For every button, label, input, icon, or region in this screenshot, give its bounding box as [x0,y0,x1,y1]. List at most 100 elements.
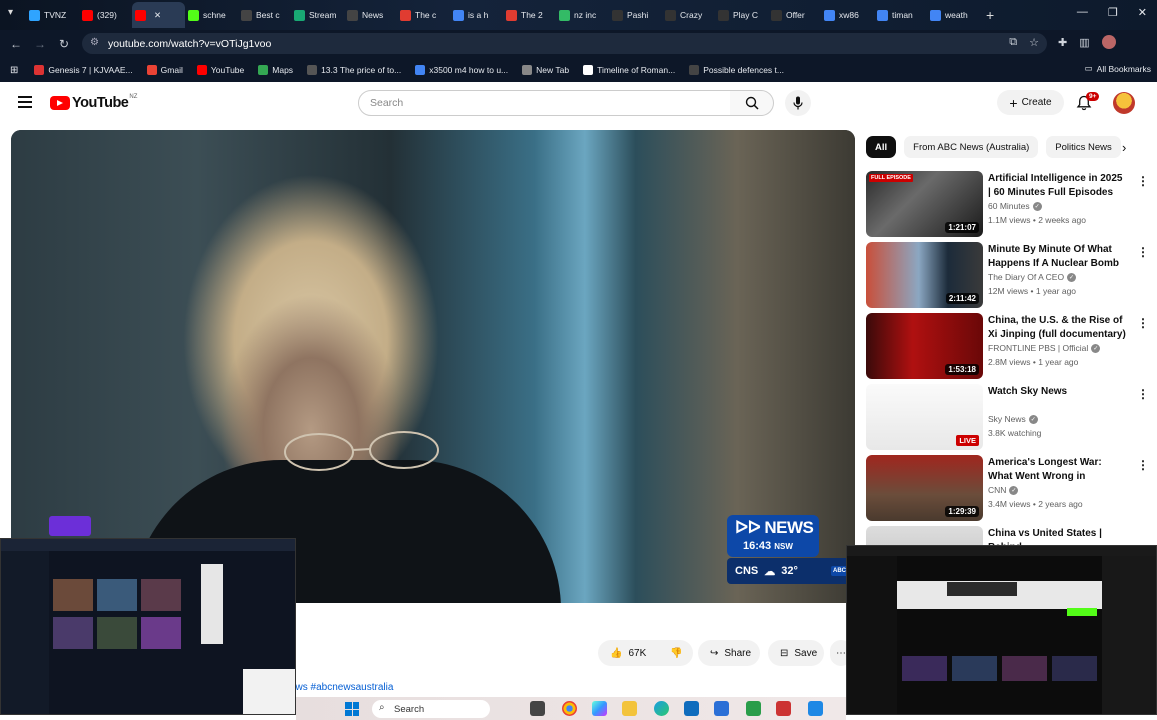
browser-tab[interactable]: timan [874,2,927,28]
recommended-video[interactable]: 2:11:42 Minute By Minute Of What Happens … [866,242,1151,308]
overlay-window-right[interactable] [846,545,1157,715]
browser-tab[interactable]: xw86 [821,2,874,28]
site-info-icon[interactable]: ⚙ [90,37,102,49]
channel-name[interactable]: The Diary Of A CEO ✓ [988,272,1077,282]
windows-start-icon[interactable] [345,702,359,716]
video-thumbnail[interactable]: 1:53:18 [866,313,983,379]
browser-tab[interactable]: is a h [450,2,503,28]
more-options-icon[interactable]: ⋮ [1137,316,1149,330]
more-options-icon[interactable]: ⋮ [1137,387,1149,401]
recommended-video[interactable]: 1:53:18 China, the U.S. & the Rise of Xi … [866,313,1151,379]
bookmark-item[interactable]: New Tab [522,65,569,75]
recommended-video[interactable]: FULL EPISODE 1:21:07 Artificial Intelligen… [866,171,1151,237]
user-avatar[interactable] [1113,92,1135,114]
browser-tab[interactable]: schne [185,2,238,28]
all-bookmarks[interactable]: ▭ All Bookmarks [1085,63,1151,74]
like-count[interactable]: 67K [628,648,646,659]
browser-tab[interactable]: (329) [79,2,132,28]
minimize-button[interactable]: — [1077,6,1088,19]
search-button[interactable] [730,90,774,116]
voice-search-button[interactable] [785,90,811,116]
video-thumbnail[interactable]: FULL EPISODE 1:21:07 [866,171,983,237]
close-tab-icon[interactable]: ✕ [154,10,161,21]
browser-tab[interactable]: ✕ [132,2,185,28]
save-button[interactable]: ⊟ Save [768,640,824,666]
create-button[interactable]: + Create [997,90,1064,115]
close-window-button[interactable]: ✕ [1138,6,1147,19]
bookmark-item[interactable]: Gmail [146,65,183,75]
more-options-icon[interactable]: ⋮ [1137,458,1149,472]
folder-icon[interactable] [622,701,637,716]
recommended-video[interactable]: 1:29:39 America's Longest War: What Went … [866,455,1151,521]
bookmark-star-icon[interactable]: ☆ [1029,36,1039,49]
app-icon[interactable] [776,701,791,716]
more-options-icon[interactable]: ⋮ [1137,245,1149,259]
channel-name[interactable]: CNN ✓ [988,485,1019,495]
file-explorer-icon[interactable] [530,701,545,716]
maximize-button[interactable]: ❐ [1108,6,1118,19]
video-title[interactable]: Minute By Minute Of What Happens If A Nu… [988,243,1128,271]
bookmark-item[interactable]: 13.3 The price of to... [307,65,401,75]
video-title[interactable]: China vs United States | Behind [988,527,1128,546]
store-icon[interactable] [714,701,729,716]
sidebar-icon[interactable]: ▥ [1079,36,1089,49]
browser-tab[interactable]: weath [927,2,980,28]
video-title[interactable]: Artificial Intelligence in 2025 | 60 Min… [988,172,1128,199]
edge-icon[interactable] [654,701,669,716]
browser-tab[interactable]: The c [397,2,450,28]
browser-tab[interactable]: Pashi [609,2,662,28]
extensions-icon[interactable]: ✚ [1058,36,1067,49]
bookmark-item[interactable]: Timeline of Roman... [583,65,675,75]
share-button[interactable]: ↪ Share [698,640,760,666]
video-player[interactable]: ᐅᐅ NEWS 16:43 NSW CNS ☁ 32° ABC [11,130,855,603]
recommended-video[interactable]: LIVE Watch Sky News Sky News ✓ 3.8K watching… [866,384,1151,450]
video-hashtags[interactable]: ews #abcnewsaustralia [290,682,393,693]
browser-tab[interactable]: Best c [238,2,291,28]
recommended-video[interactable]: China vs United States | Behind [866,526,1151,546]
channel-name[interactable]: Sky News ✓ [988,414,1038,424]
youtube-logo[interactable]: YouTube NZ [50,94,137,111]
bookmark-item[interactable]: Genesis 7 | KJVAAE... [34,65,133,75]
more-options-icon[interactable]: ⋮ [1137,174,1149,188]
bookmark-item[interactable]: x3500 m4 how to u... [415,65,508,75]
video-thumbnail[interactable] [866,526,983,546]
video-title[interactable]: China, the U.S. & the Rise of Xi Jinping… [988,314,1128,342]
taskbar-search[interactable]: ⌕ Search [372,700,490,718]
app-icon[interactable] [746,701,761,716]
app-icon[interactable] [808,701,823,716]
dislike-icon[interactable]: 👎 [670,648,682,659]
channel-name[interactable]: 60 Minutes ✓ [988,201,1042,211]
mail-icon[interactable] [684,701,699,716]
browser-tab[interactable]: Crazy [662,2,715,28]
browser-tab[interactable]: Play C [715,2,768,28]
back-button[interactable]: ← [4,37,28,51]
channel-name[interactable]: FRONTLINE PBS | Official ✓ [988,343,1101,353]
browser-tab[interactable]: Offer [768,2,821,28]
bookmark-item[interactable]: Maps [258,65,293,75]
browser-tab[interactable]: Stream [291,2,344,28]
video-thumbnail[interactable]: 2:11:42 [866,242,983,308]
profile-avatar[interactable] [1101,35,1116,49]
copilot-icon[interactable] [592,701,607,716]
new-tab-button[interactable]: + [986,7,994,23]
browser-tab[interactable]: nz inc [556,2,609,28]
video-title[interactable]: America's Longest War: What Went Wrong i… [988,456,1128,484]
install-icon[interactable]: ⧉ [1009,36,1017,49]
video-thumbnail[interactable]: 1:29:39 [866,455,983,521]
video-thumbnail[interactable]: LIVE [866,384,983,450]
browser-tab[interactable]: TVNZ [26,2,79,28]
apps-grid-icon[interactable]: ⊞ [10,65,18,76]
filter-chip[interactable]: From ABC News (Australia) [904,136,1039,158]
filter-chip[interactable]: All [866,136,897,158]
menu-icon[interactable] [18,96,32,111]
reload-button[interactable]: ↻ [52,37,76,51]
browser-tab[interactable]: The 2 [503,2,556,28]
bookmark-item[interactable]: YouTube [196,65,244,75]
chrome-icon[interactable] [562,701,577,716]
tab-search-icon[interactable]: ▾ [8,7,13,18]
address-bar[interactable]: ⚙ youtube.com/watch?v=vOTiJg1voo ⧉ ☆ [82,33,1047,54]
overlay-window-left[interactable] [0,538,296,715]
bookmark-item[interactable]: Possible defences t... [689,65,784,75]
forward-button[interactable]: → [28,37,52,51]
search-input[interactable]: Search [358,90,731,116]
